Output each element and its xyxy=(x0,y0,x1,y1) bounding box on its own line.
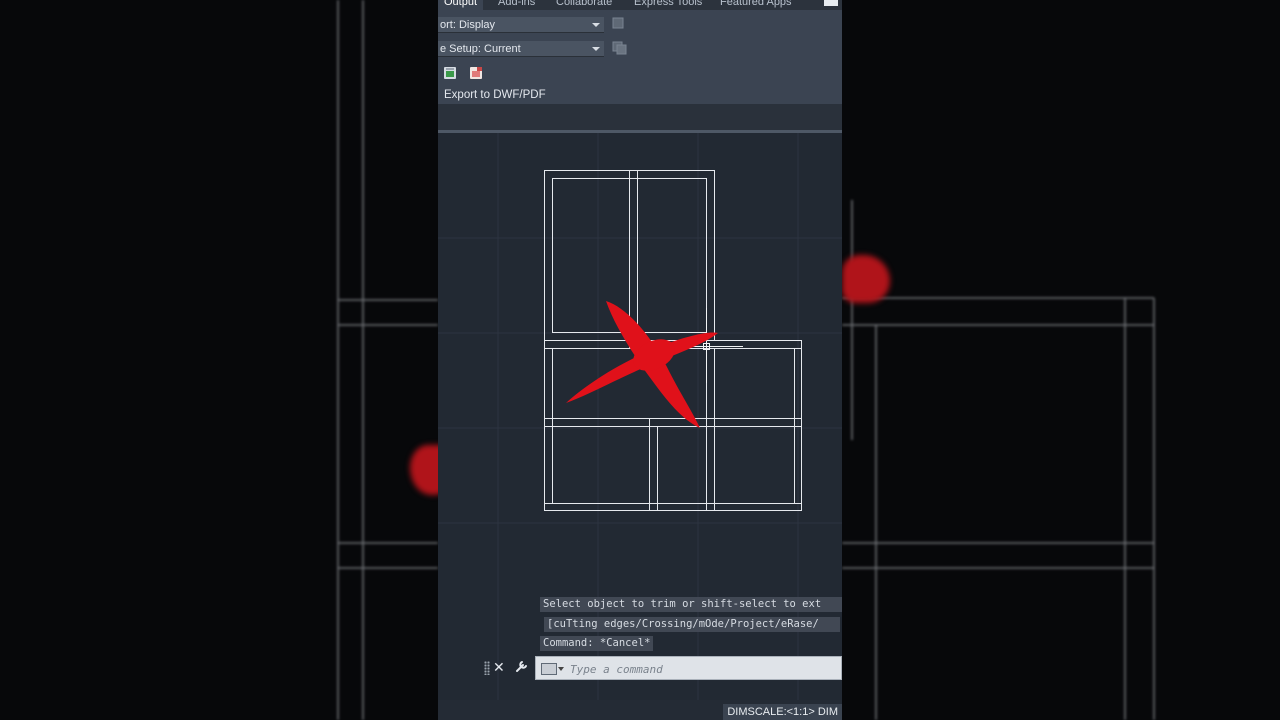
export-dwf-icon[interactable] xyxy=(443,66,457,80)
background-left-drawing xyxy=(337,0,438,720)
export-pdf-icon[interactable] xyxy=(469,66,483,80)
export-combo-value: ort: Display xyxy=(440,19,496,31)
wall-geometry[interactable] xyxy=(544,170,803,512)
background-red-stroke-right xyxy=(842,255,890,303)
console-line-1: Select object to trim or shift-select to… xyxy=(540,597,842,612)
red-x-annotation xyxy=(566,301,718,428)
ribbon-gap xyxy=(438,104,842,130)
export-combo[interactable]: ort: Display xyxy=(438,17,604,33)
tab-output[interactable]: Output xyxy=(438,0,484,10)
tab-add-ins[interactable]: Add-ins xyxy=(498,0,535,8)
status-bar: DIMSCALE:<1:1> DIM xyxy=(438,700,842,720)
command-history-icon[interactable] xyxy=(541,663,557,675)
command-input-box[interactable] xyxy=(535,656,842,680)
background-right xyxy=(842,0,1280,720)
ribbon: Output Add-ins Collaborate Express Tools… xyxy=(438,0,842,104)
page-setup-combo-value: e Setup: Current xyxy=(440,43,521,55)
ribbon-minimize-icon[interactable] xyxy=(824,0,838,6)
close-icon[interactable]: ✕ xyxy=(493,659,505,676)
background-right-drawing xyxy=(842,200,1155,720)
autocad-window: Output Add-ins Collaborate Express Tools… xyxy=(438,0,842,720)
console-line-2: [cuTting edges/Crossing/mOde/Project/eRa… xyxy=(544,617,840,632)
chevron-down-icon xyxy=(592,47,600,51)
command-line-grip-handle[interactable] xyxy=(484,661,490,675)
dimscale-status[interactable]: DIMSCALE:<1:1> DIM xyxy=(723,704,842,720)
command-line: ✕ xyxy=(438,656,842,680)
tab-featured-apps[interactable]: Featured Apps xyxy=(720,0,792,8)
tab-collaborate[interactable]: Collaborate xyxy=(556,0,612,8)
page-setup-combo[interactable]: e Setup: Current xyxy=(438,41,604,57)
panel-label-export: Export to DWF/PDF xyxy=(444,89,546,101)
chevron-down-icon xyxy=(592,23,600,27)
background-left xyxy=(0,0,438,720)
tab-express-tools[interactable]: Express Tools xyxy=(634,0,702,8)
wrench-icon[interactable] xyxy=(514,658,530,674)
export-settings-icon[interactable] xyxy=(612,17,624,29)
console-line-3: Command: *Cancel* xyxy=(540,636,654,651)
chevron-down-icon[interactable] xyxy=(558,667,564,671)
page-setup-manager-icon[interactable] xyxy=(612,41,628,55)
command-input[interactable] xyxy=(568,659,842,679)
